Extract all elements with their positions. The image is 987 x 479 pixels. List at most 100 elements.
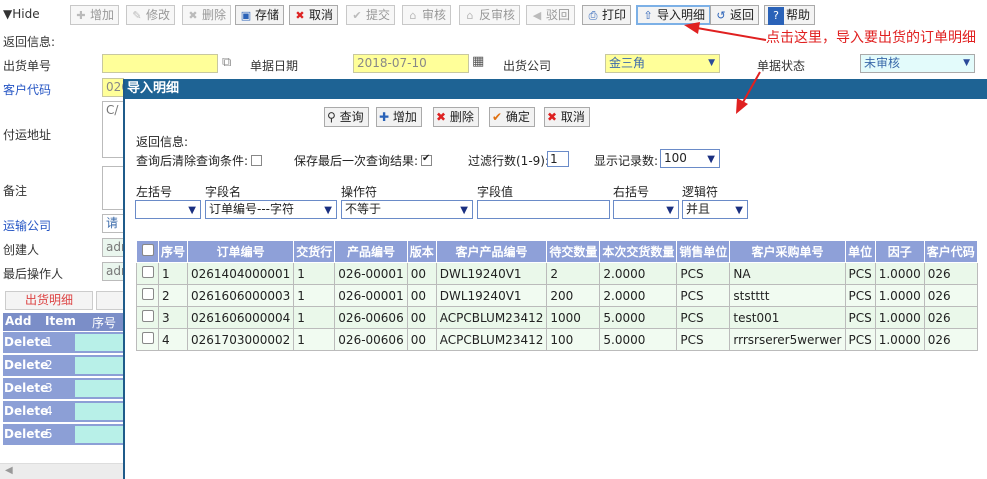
edit-button[interactable]: ✎ 修改 [126,5,176,25]
column-header[interactable]: 产品编号 [334,240,408,263]
grid-delete-link[interactable]: Delete [4,381,48,395]
audit-button[interactable]: ⌂ 审核 [402,5,452,25]
detail-grid-row: Delete 1 [3,332,125,353]
table-cell: 1 [293,262,336,285]
operator-header: 操作符 [341,185,378,199]
grid-delete-link[interactable]: Delete [4,335,48,349]
query-button[interactable]: ⚲ 查询 [324,107,369,127]
left-paren-select[interactable]: ▼ [135,200,201,219]
annotation-text: 点击这里，导入要出货的订单明细 [766,30,976,46]
right-paren-select[interactable]: ▼ [613,200,679,219]
ship-no-field[interactable] [102,54,218,73]
import-detail-button[interactable]: ⇧ 导入明细 [636,5,712,25]
column-header[interactable]: 销售单位 [676,240,731,263]
doc-date-field[interactable]: 2018-07-10 [353,54,469,73]
customer-code-field[interactable]: 026 [102,78,124,97]
back-button[interactable]: ↺ 返回 [710,5,760,25]
column-header[interactable]: 因子 [874,240,925,263]
grid-add-link[interactable]: Add [5,314,31,328]
grid-cell[interactable] [75,426,125,443]
show-records-label: 显示记录数: [594,154,659,168]
select-all-checkbox[interactable] [141,244,154,256]
transport-field[interactable]: 请 [102,214,124,233]
grid-cell[interactable] [75,403,125,420]
table-row[interactable]: 1 0261404000001 1 026-00001 00 DWL19240V… [136,262,978,285]
column-header[interactable]: 订单编号 [187,240,295,263]
grid-cell[interactable] [75,357,125,374]
ship-company-select[interactable]: 金三角 ▼ [605,54,720,73]
add-button[interactable]: ✚ 增加 [70,5,120,25]
field-value-input[interactable] [477,200,610,219]
table-cell: 200 [546,284,601,307]
table-row[interactable]: 2 0261606000003 1 026-00001 00 DWL19240V… [136,284,978,307]
second-tab[interactable] [96,291,124,310]
row-checkbox-cell[interactable] [136,306,159,329]
ship-address-field[interactable]: C/ [102,101,124,158]
left-paren-header: 左括号 [136,185,173,199]
field-name-select[interactable]: 订单编号---字符 ▼ [205,200,337,219]
unaudit-button[interactable]: ⌂ 反审核 [459,5,521,25]
row-checkbox[interactable] [141,310,154,322]
column-header[interactable]: 交货行 [293,240,336,263]
delete-button[interactable]: ✖ 删除 [182,5,232,25]
lookup-icon[interactable]: ⧉ [222,55,231,70]
creator-field: adn [102,238,124,257]
row-checkbox-cell[interactable] [136,284,159,307]
search-icon: ⚲ [327,110,336,124]
status-select[interactable]: 未审核 ▼ [860,54,975,73]
row-checkbox[interactable] [141,332,154,344]
column-header[interactable]: 本次交货数量 [599,240,678,263]
calendar-icon[interactable]: ▦ [472,54,484,69]
scroll-left-icon[interactable]: ◀ [5,465,13,476]
row-checkbox-cell[interactable] [136,262,159,285]
submit-button[interactable]: ✔ 提交 [346,5,396,25]
column-header[interactable]: 客户代码 [923,240,978,263]
dialog-delete-button[interactable]: ✖ 删除 [433,107,479,127]
show-records-select[interactable]: 100 ▼ [660,149,720,168]
logic-select[interactable]: 并且 ▼ [682,200,748,219]
column-header[interactable]: 单位 [844,240,876,263]
table-row[interactable]: 3 0261606000004 1 026-00606 00 ACPCBLUM2… [136,306,978,329]
column-header[interactable]: 客户采购单号 [729,240,846,263]
keep-last-result-checkbox[interactable] [421,153,433,166]
chevron-down-icon: ▼ [324,205,332,216]
grid-delete-link[interactable]: Delete [4,427,48,441]
chevron-down-icon: ▼ [963,58,970,68]
confirm-button[interactable]: ✔ 确定 [489,107,535,127]
print-button[interactable]: ⎙ 打印 [582,5,632,25]
column-header[interactable]: 版本 [406,240,437,263]
grid-delete-link[interactable]: Delete [4,358,48,372]
plus-icon: ✚ [76,9,86,22]
cancel-button[interactable]: ✖ 取消 [289,5,339,25]
reject-button[interactable]: ◀ 驳回 [526,5,576,25]
column-header[interactable]: 客户产品编号 [435,240,548,263]
clear-after-query-checkbox[interactable] [251,155,263,166]
select-all-checkbox-cell[interactable] [136,240,159,263]
operator-select[interactable]: 不等于 ▼ [341,200,473,219]
save-button[interactable]: ▣ 存储 [235,5,285,25]
hide-toggle[interactable]: ▼Hide [3,7,40,21]
grid-delete-link[interactable]: Delete [4,404,48,418]
table-row[interactable]: 4 0261703000002 1 026-00606 00 ACPCBLUM2… [136,328,978,351]
row-checkbox[interactable] [141,266,154,278]
column-header[interactable]: 序号 [157,240,189,263]
help-button[interactable]: ? 帮助 [764,5,816,25]
dialog-return-info: 返回信息: [136,135,189,149]
table-cell: 026 [923,328,978,351]
remark-field[interactable] [102,166,124,210]
detail-grid-row: Delete 2 [3,355,125,376]
last-operator-label: 最后操作人 [3,267,64,281]
grid-cell[interactable] [75,380,125,397]
row-checkbox-cell[interactable] [136,328,159,351]
row-checkbox[interactable] [141,288,154,300]
grid-cell[interactable] [75,334,125,351]
dialog-add-button[interactable]: ✚ 增加 [376,107,422,127]
table-cell: ACPCBLUM23412 [435,306,548,329]
dialog-cancel-button[interactable]: ✖ 取消 [544,107,590,127]
column-header[interactable]: 待交数量 [546,240,601,263]
table-cell: 4 [157,328,189,351]
filter-rows-input[interactable]: 1 [547,151,569,167]
table-cell: 1.0000 [874,306,925,329]
shipment-detail-tab[interactable]: 出货明细 [5,291,93,310]
horizontal-scrollbar[interactable]: ◀ [0,463,124,479]
